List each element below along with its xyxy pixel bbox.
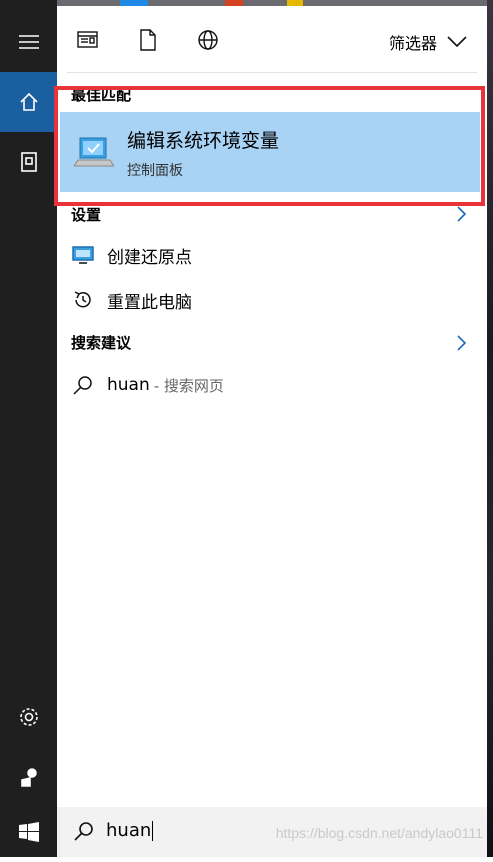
- chevron-down-icon: [447, 36, 467, 48]
- apps-filter-button[interactable]: [76, 28, 100, 52]
- settings-item-label: 创建还原点: [107, 247, 192, 268]
- windows-logo-icon: [18, 822, 39, 842]
- start-button[interactable]: [0, 802, 57, 862]
- suggestions-expand-button[interactable]: [457, 335, 467, 355]
- feedback-icon: [20, 768, 37, 787]
- search-input[interactable]: huan: [106, 820, 154, 841]
- chevron-right-icon: [457, 206, 467, 222]
- notebook-icon: [20, 152, 37, 172]
- suggestion-item[interactable]: huan - 搜索网页: [71, 370, 224, 400]
- search-toolbar: 筛选器: [57, 6, 487, 72]
- hamburger-icon: [18, 35, 39, 49]
- chevron-right-icon: [457, 335, 467, 351]
- documents-filter-button[interactable]: [136, 28, 160, 52]
- toolbar-divider: [67, 72, 477, 73]
- annotation-highlight-box: [54, 86, 485, 206]
- suggestion-suffix: - 搜索网页: [153, 376, 224, 395]
- search-box[interactable]: huan https://blog.csdn.net/andylao0111: [57, 807, 487, 857]
- reset-pc-icon: [71, 288, 95, 312]
- filter-label: 筛选器: [388, 34, 437, 53]
- suggestion-query: huan: [107, 375, 150, 395]
- search-input-value: huan: [106, 820, 152, 841]
- system-restore-icon: [71, 243, 95, 267]
- feedback-button[interactable]: [0, 747, 57, 807]
- section-settings-title: 设置: [71, 206, 102, 224]
- section-suggestions-title: 搜索建议: [71, 334, 132, 352]
- settings-item-label: 重置此电脑: [107, 292, 192, 313]
- home-button[interactable]: [0, 72, 57, 132]
- watermark-text: https://blog.csdn.net/andylao0111: [275, 825, 483, 841]
- text-caret: [152, 821, 154, 841]
- search-icon: [71, 373, 95, 397]
- documents-app-icon: [77, 31, 98, 48]
- search-icon: [73, 820, 95, 846]
- settings-item-restore-point[interactable]: 创建还原点: [71, 240, 192, 270]
- hamburger-menu-button[interactable]: [0, 12, 57, 72]
- document-icon: [140, 29, 156, 51]
- settings-item-reset-pc[interactable]: 重置此电脑: [71, 285, 192, 315]
- start-left-rail: [0, 0, 57, 857]
- settings-button[interactable]: [0, 687, 57, 747]
- settings-expand-button[interactable]: [457, 206, 467, 226]
- web-filter-button[interactable]: [196, 28, 220, 52]
- desktop-background: [487, 0, 493, 857]
- web-globe-icon: [198, 30, 218, 50]
- home-icon: [19, 92, 38, 111]
- gear-icon: [19, 708, 38, 726]
- notebook-button[interactable]: [0, 132, 57, 192]
- filter-dropdown[interactable]: 筛选器: [389, 30, 467, 54]
